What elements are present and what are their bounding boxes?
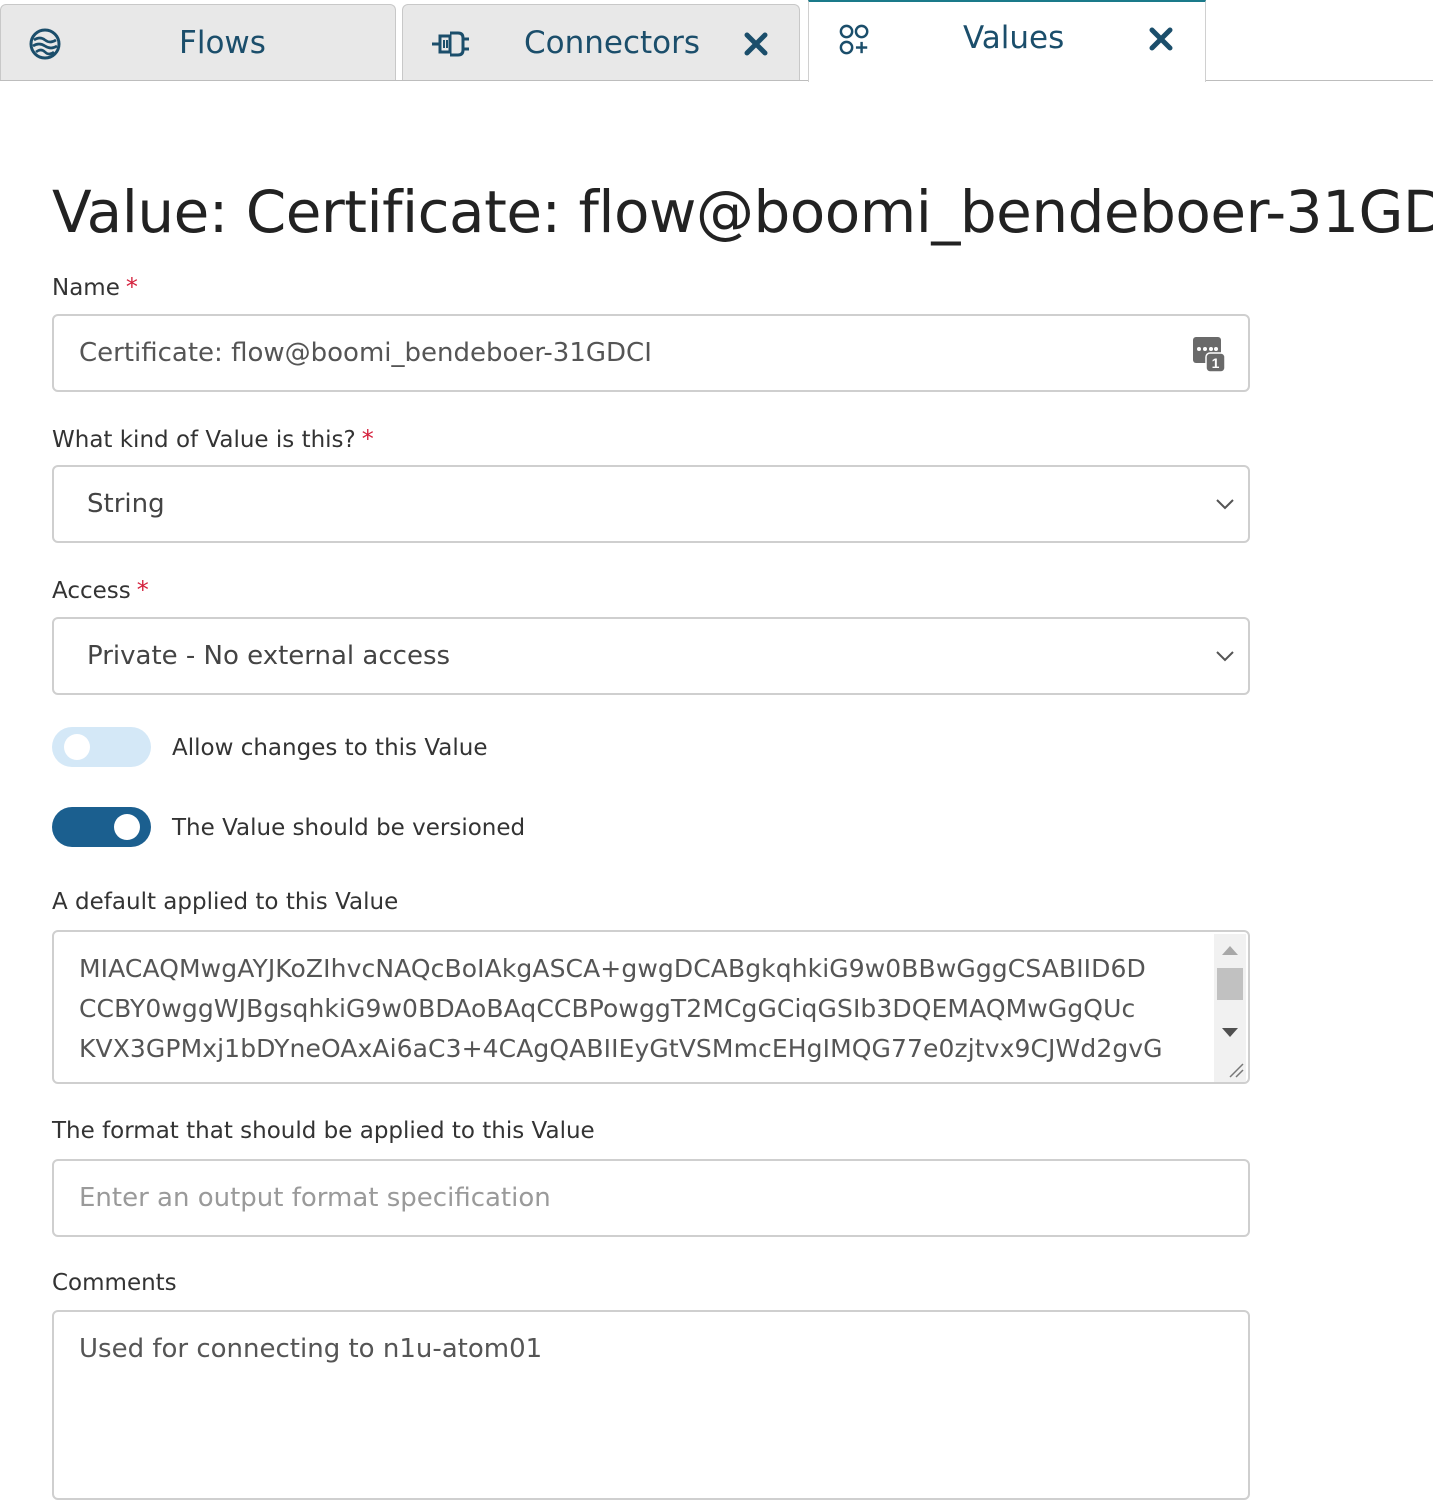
format-input-placeholder: Enter an output format specification (79, 1183, 551, 1213)
toggle-knob (114, 814, 140, 840)
name-input[interactable]: Certificate: flow@boomi_bendeboer-31GDCI… (52, 314, 1250, 392)
scroll-down-arrow-icon[interactable] (1222, 1028, 1238, 1037)
versioned-label: The Value should be versioned (172, 815, 526, 841)
scroll-thumb[interactable] (1217, 968, 1243, 1000)
kind-select-value: String (87, 489, 165, 519)
page-title: Value: Certificate: flow@boomi_bendeboer… (52, 178, 1433, 246)
chevron-down-icon (1216, 499, 1234, 510)
access-label-text: Access (52, 578, 131, 604)
required-marker: * (136, 576, 149, 604)
svg-text:1: 1 (1212, 355, 1220, 371)
default-value-textarea[interactable]: MIACAQMwgAYJKoZIhvcNAQcBoIAkgASCA+gwgDCA… (52, 930, 1250, 1084)
default-value-line: KVX3GPMxj1bDYneOAxAi6aC3+4CAgQABIIEyGtVS… (79, 1034, 1163, 1063)
versioned-toggle[interactable] (52, 807, 151, 847)
tab-flows[interactable]: Flows (0, 4, 396, 80)
access-select[interactable]: Private - No external access (52, 617, 1250, 695)
toggle-knob (64, 734, 90, 760)
default-value-line: CCBY0wggWJBgsqhkiG9w0BDAoBAqCCBPowggT2MC… (79, 994, 1136, 1023)
resize-grip-icon[interactable] (1228, 1062, 1244, 1078)
tab-values[interactable]: Values (808, 0, 1206, 82)
kind-select[interactable]: String (52, 465, 1250, 543)
close-icon[interactable] (1148, 26, 1174, 52)
tab-flows-label: Flows (179, 25, 266, 61)
connector-plug-icon (432, 31, 469, 57)
close-icon[interactable] (743, 31, 769, 57)
keyboard-number-icon[interactable]: 1 (1192, 335, 1226, 373)
required-marker: * (361, 425, 374, 453)
tab-bar: Flows Connectors Values (0, 0, 1433, 82)
kind-label-text: What kind of Value is this? (52, 427, 356, 453)
name-label-text: Name (52, 275, 120, 301)
name-label: Name * (52, 273, 138, 301)
default-label: A default applied to this Value (52, 889, 399, 915)
flows-icon (29, 28, 61, 60)
allow-changes-toggle[interactable] (52, 727, 151, 767)
values-icon (839, 24, 869, 55)
chevron-down-icon (1216, 651, 1234, 662)
format-input[interactable]: Enter an output format specification (52, 1159, 1250, 1237)
tab-values-label: Values (963, 20, 1065, 56)
scroll-up-arrow-icon[interactable] (1222, 946, 1238, 955)
name-input-value: Certificate: flow@boomi_bendeboer-31GDCI (79, 338, 652, 368)
required-marker: * (125, 273, 138, 301)
allow-changes-label: Allow changes to this Value (172, 735, 488, 761)
comments-label: Comments (52, 1270, 177, 1296)
tab-connectors-label: Connectors (524, 25, 701, 61)
default-value-line: MIACAQMwgAYJKoZIhvcNAQcBoIAkgASCA+gwgDCA… (79, 954, 1146, 983)
access-label: Access * (52, 576, 149, 604)
tab-bar-divider (0, 80, 1433, 81)
comments-value: Used for connecting to n1u-atom01 (79, 1334, 543, 1364)
access-select-value: Private - No external access (87, 641, 451, 671)
tab-connectors[interactable]: Connectors (402, 4, 800, 80)
vertical-scrollbar[interactable] (1214, 934, 1246, 1082)
kind-label: What kind of Value is this? * (52, 425, 374, 453)
format-label: The format that should be applied to thi… (52, 1118, 595, 1144)
comments-textarea[interactable]: Used for connecting to n1u-atom01 (52, 1310, 1250, 1500)
